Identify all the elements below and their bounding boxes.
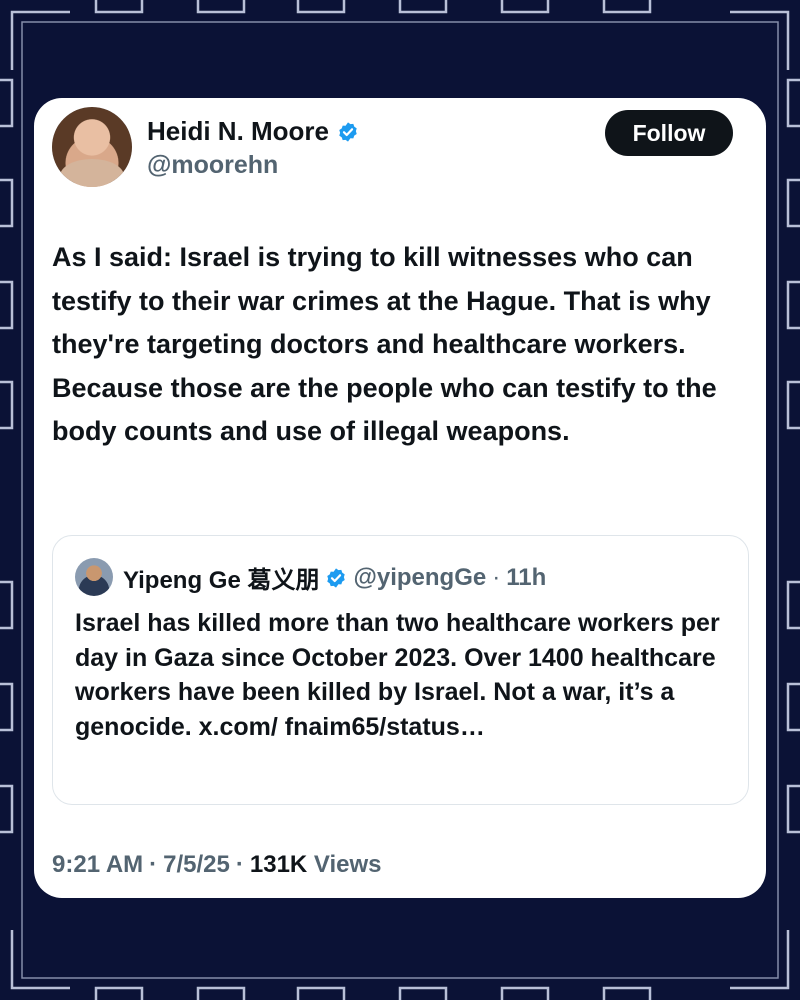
separator-dot: · — [149, 851, 158, 878]
quoted-tweet-time: 11h — [506, 563, 547, 591]
quoted-author-name: Yipeng Ge 葛义朋 — [123, 567, 320, 594]
quoted-author-avatar — [75, 558, 113, 596]
quoted-tweet-text: Israel has killed more than two healthca… — [75, 609, 720, 741]
author-avatar[interactable] — [52, 107, 132, 187]
tweet-text: As I said: Israel is trying to kill witn… — [52, 242, 717, 446]
separator-dot: · — [235, 851, 244, 878]
tweet-date[interactable]: 7/5/25 — [163, 851, 230, 879]
verified-badge-icon — [327, 567, 346, 588]
tweet-card[interactable]: Heidi N. Moore @moorehn Follow As I said… — [34, 98, 766, 898]
tweet-meta: 9:21 AM · 7/5/25 · 131K Views — [52, 851, 382, 879]
quoted-tweet[interactable]: Yipeng Ge 葛义朋 @yipengGe · 11h Israel has… — [52, 535, 749, 805]
verified-badge-icon — [339, 121, 357, 142]
quoted-tweet-header: Yipeng Ge 葛义朋 @yipengGe · 11h — [123, 560, 546, 595]
author-display-name[interactable]: Heidi N. Moore — [147, 116, 329, 147]
author-handle[interactable]: @moorehn — [147, 151, 278, 180]
quoted-author-handle: @yipengGe — [353, 563, 487, 591]
follow-button[interactable]: Follow — [605, 110, 733, 156]
separator-dot: · — [492, 563, 501, 591]
views-count[interactable]: 131K — [250, 851, 307, 878]
author-name-row: Heidi N. Moore — [147, 116, 359, 147]
tweet-time[interactable]: 9:21 AM — [52, 851, 143, 879]
views-label[interactable]: Views — [314, 851, 382, 878]
